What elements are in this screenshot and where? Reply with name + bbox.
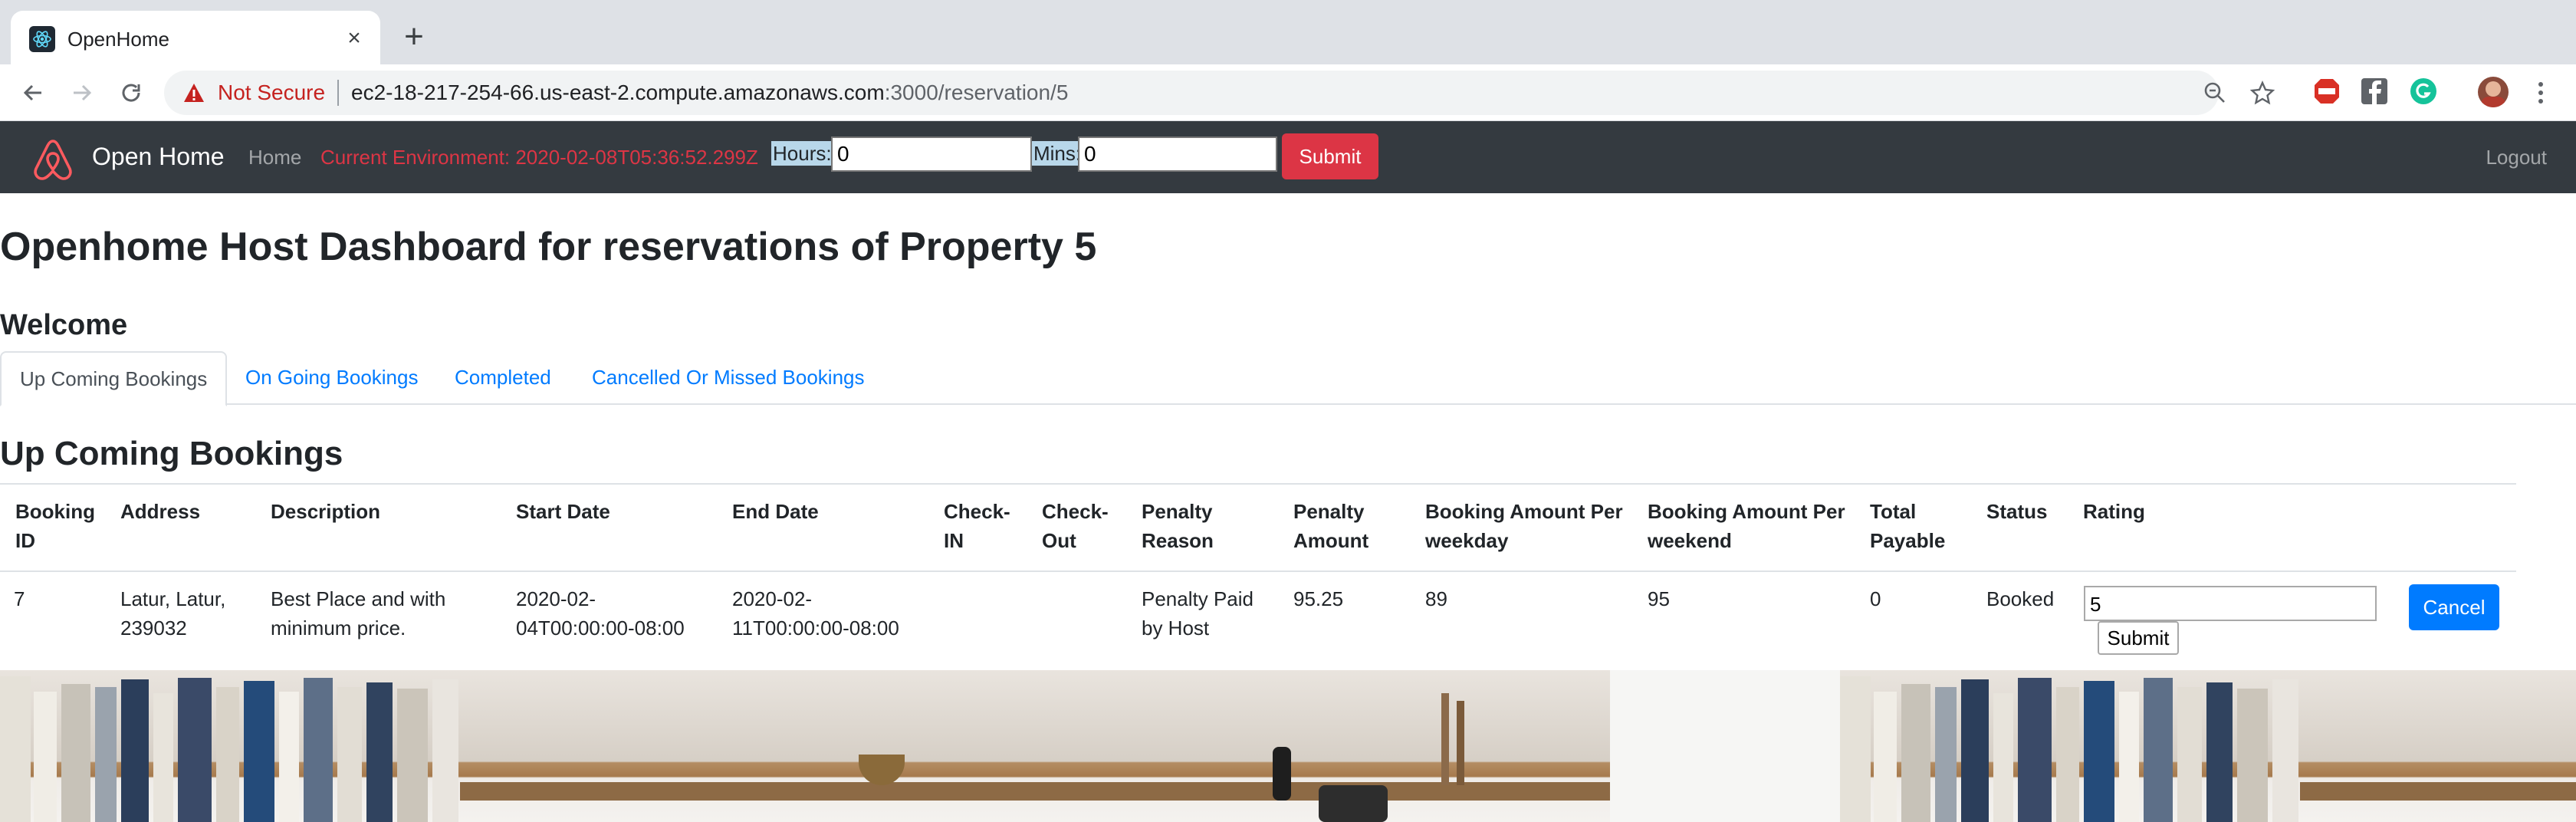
th-start-date: Start Date: [516, 500, 610, 523]
bookshelf-image: [0, 670, 460, 822]
th-check-out: Check- Out: [1042, 500, 1109, 552]
th-booking-id: Booking ID: [15, 500, 95, 552]
th-end-date: End Date: [732, 500, 819, 523]
cell-weekday-amount: 89: [1425, 587, 1447, 610]
url-text[interactable]: ec2-18-217-254-66.us-east-2.compute.amaz…: [351, 81, 1068, 104]
cell-address: Latur, Latur, 239032: [120, 587, 226, 640]
grammarly-extension-icon[interactable]: [2409, 77, 2438, 106]
close-icon[interactable]: ×: [339, 23, 370, 54]
adblock-extension-icon[interactable]: [2312, 77, 2341, 106]
browser-tab[interactable]: OpenHome ×: [11, 11, 380, 64]
nav-home-link[interactable]: Home: [248, 144, 301, 170]
tab-completed[interactable]: Completed: [455, 351, 551, 405]
table-row-border: [0, 570, 2516, 572]
time-submit-button[interactable]: Submit: [1282, 133, 1378, 179]
forward-icon[interactable]: [66, 77, 98, 109]
rating-input[interactable]: 5: [2084, 586, 2377, 621]
logout-link[interactable]: Logout: [2486, 144, 2547, 170]
page-title: Openhome Host Dashboard for reservations…: [0, 225, 1097, 269]
tab-cancelled-missed[interactable]: Cancelled Or Missed Bookings: [592, 351, 865, 405]
th-address: Address: [120, 500, 201, 523]
dashboard-content: Openhome Host Dashboard for reservations…: [0, 193, 2576, 670]
warning-icon: [184, 84, 204, 102]
rating-submit-button[interactable]: Submit: [2098, 621, 2179, 655]
cell-penalty-amount: 95.25: [1293, 587, 1344, 610]
cancel-booking-button[interactable]: Cancel: [2409, 584, 2499, 630]
window-image: [1610, 670, 1840, 822]
th-total-payable: Total Payable: [1870, 500, 1946, 552]
zoom-icon[interactable]: [2202, 80, 2228, 106]
more-menu-icon[interactable]: [2533, 80, 2548, 106]
mins-label: Mins:: [1032, 141, 1083, 166]
tab-title: OpenHome: [67, 28, 169, 51]
hours-input[interactable]: 0: [831, 136, 1032, 172]
back-icon[interactable]: [17, 77, 49, 109]
cell-penalty-reason: Penalty Paid by Host: [1142, 587, 1254, 640]
th-description: Description: [271, 500, 381, 523]
facebook-extension-icon[interactable]: [2360, 77, 2389, 106]
reload-icon[interactable]: [115, 77, 147, 109]
browser-tabstrip: OpenHome × +: [0, 0, 2576, 64]
brand-name[interactable]: Open Home: [92, 141, 225, 172]
app-navbar: Open Home Home Current Environment: 2020…: [0, 121, 2576, 193]
hours-label: Hours:: [771, 141, 833, 166]
th-penalty-reason: Penalty Reason: [1142, 500, 1214, 552]
security-status[interactable]: Not Secure: [218, 81, 325, 104]
tab-upcoming-bookings[interactable]: Up Coming Bookings: [0, 351, 228, 406]
section-title: Up Coming Bookings: [0, 435, 343, 472]
bookshelf-image-right: [1840, 670, 2576, 822]
table-top-border: [0, 483, 2516, 485]
th-check-in: Check- IN: [944, 500, 1010, 552]
counter-image: [460, 782, 1610, 801]
tab-ongoing-bookings[interactable]: On Going Bookings: [245, 351, 418, 405]
browser-toolbar: Not Secure ec2-18-217-254-66.us-east-2.c…: [0, 64, 2576, 121]
background-photo: [0, 670, 2576, 822]
new-tab-icon[interactable]: +: [396, 18, 432, 55]
th-rating: Rating: [2083, 500, 2145, 523]
welcome-heading: Welcome: [0, 309, 128, 341]
cell-description: Best Place and with minimum price.: [271, 587, 446, 640]
th-weekend-amount: Booking Amount Per weekend: [1648, 500, 1845, 552]
th-weekday-amount: Booking Amount Per weekday: [1425, 500, 1623, 552]
mins-input[interactable]: 0: [1078, 136, 1277, 172]
current-environment-text: Current Environment: 2020-02-08T05:36:52…: [320, 146, 758, 169]
divider: [337, 80, 339, 106]
url-host: ec2-18-217-254-66.us-east-2.compute.amaz…: [351, 81, 885, 104]
cell-total-payable: 0: [1870, 587, 1881, 610]
url-path: :3000/reservation/5: [884, 81, 1069, 104]
th-status: Status: [1986, 500, 2048, 523]
react-favicon-icon: [29, 26, 55, 52]
th-penalty-amount: Penalty Amount: [1293, 500, 1369, 552]
airbnb-logo-icon[interactable]: [29, 136, 77, 182]
booking-tabs: Up Coming Bookings On Going Bookings Com…: [0, 351, 2576, 406]
star-bookmark-icon[interactable]: [2249, 80, 2275, 106]
address-bar[interactable]: Not Secure ec2-18-217-254-66.us-east-2.c…: [164, 71, 2275, 115]
cell-booking-id: 7: [14, 587, 25, 610]
cell-start-date: 2020-02- 04T00:00:00-08:00: [516, 587, 685, 640]
cell-end-date: 2020-02- 11T00:00:00-08:00: [732, 587, 899, 640]
profile-avatar[interactable]: [2478, 77, 2509, 107]
cell-status: Booked: [1986, 587, 2055, 610]
cell-weekend-amount: 95: [1648, 587, 1670, 610]
